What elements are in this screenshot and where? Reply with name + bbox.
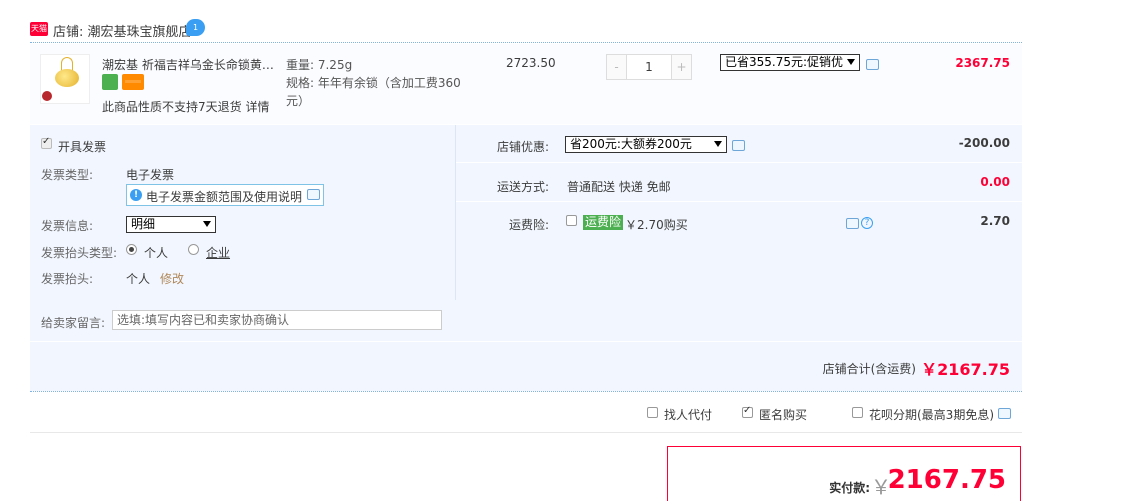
- quantity-input[interactable]: 1: [627, 55, 671, 79]
- invoice-title-label: 发票抬头:: [41, 272, 94, 286]
- panel-divider: [455, 125, 456, 300]
- insurance-checkbox[interactable]: [566, 215, 577, 226]
- invoice-info-select[interactable]: 明细: [126, 216, 216, 233]
- shipping-label: 运送方式:: [497, 180, 550, 194]
- invoice-type-label: 发票类型:: [41, 168, 94, 182]
- shop-discount-value: 省200元:大额券200元: [570, 137, 692, 151]
- shop-discount-select[interactable]: 省200元:大额券200元: [565, 136, 727, 153]
- divider: [456, 162, 1022, 163]
- quantity-increase-button[interactable]: +: [671, 55, 691, 79]
- help-icon[interactable]: ?: [861, 217, 873, 229]
- payment-total: 2167.75: [887, 465, 1006, 495]
- shipping-value: 普通配送 快递 免邮: [567, 180, 671, 194]
- invoice-checkbox[interactable]: [41, 136, 52, 149]
- chevron-down-icon: [714, 141, 722, 147]
- chevron-down-icon: [847, 59, 855, 65]
- invoice-company-label[interactable]: 企业: [206, 244, 230, 261]
- installment-label[interactable]: 花呗分期(最高3期免息): [869, 406, 994, 423]
- shop-total-label: 店铺合计(含运费): [822, 362, 916, 376]
- invoice-info-label: 发票信息:: [41, 219, 94, 233]
- invoice-title-type-label: 发票抬头类型:: [41, 246, 118, 260]
- seller-message-input[interactable]: 选填:填写内容已和卖家协商确认: [112, 310, 442, 330]
- invoice-personal-label[interactable]: 个人: [144, 244, 168, 261]
- insurance-label: 运费险:: [509, 218, 550, 232]
- brand-tag-shape: [42, 91, 52, 101]
- product-spec: 重量: 7.25g 规格: 年年有余锁（含加工费360元）: [286, 56, 476, 110]
- payment-summary: 实付款: ￥ 2167.75: [667, 446, 1021, 501]
- comment-icon[interactable]: [846, 218, 859, 229]
- credit-card-icon[interactable]: [122, 74, 144, 90]
- proxy-pay-label[interactable]: 找人代付: [664, 406, 712, 423]
- divider: [456, 201, 1022, 202]
- shop-total-value: ￥2167.75: [921, 360, 1010, 379]
- invoice-help-text: 电子发票金额范围及使用说明: [146, 190, 303, 204]
- invoice-title-value: 个人: [126, 272, 151, 286]
- product-weight: 重量: 7.25g: [286, 58, 353, 72]
- shop-discount-label: 店铺优惠:: [497, 140, 550, 154]
- promotion-selected-value: 已省355.75元:促销优: [725, 55, 844, 69]
- invoice-panel: 开具发票 发票类型: 电子发票 ! 电子发票金额范围及使用说明 发票信息: 明细…: [30, 125, 455, 300]
- promotion-select[interactable]: 已省355.75元:促销优: [720, 54, 860, 71]
- insurance-text: ￥2.70购买: [625, 218, 688, 232]
- invoice-personal-radio[interactable]: [126, 244, 137, 255]
- product-thumbnail[interactable]: [40, 54, 90, 104]
- anonymous-label[interactable]: 匿名购买: [759, 406, 807, 423]
- comment-icon: [307, 189, 320, 200]
- order-details-panel: 开具发票 发票类型: 电子发票 ! 电子发票金额范围及使用说明 发票信息: 明细…: [30, 125, 1022, 391]
- product-title[interactable]: 潮宏基 祈福吉祥乌金长命锁黄…: [102, 56, 278, 73]
- payment-label: 实付款:: [829, 481, 870, 495]
- invoice-help-tip[interactable]: ! 电子发票金额范围及使用说明: [126, 184, 324, 206]
- order-item-row: 潮宏基 祈福吉祥乌金长命锁黄… 此商品性质不支持7天退货 详情 重量: 7.25…: [30, 44, 1022, 124]
- guarantee-icon[interactable]: [102, 74, 118, 90]
- shop-header: 天猫 店铺: 潮宏基珠宝旗舰店 1: [30, 18, 1022, 42]
- info-icon: !: [130, 189, 142, 201]
- comment-icon[interactable]: [866, 59, 879, 70]
- installment-checkbox[interactable]: [852, 407, 863, 418]
- divider: [30, 432, 1022, 433]
- invoice-info-value: 明细: [131, 217, 156, 231]
- insurance-tag: 运费险: [583, 215, 624, 230]
- divider: [30, 341, 1022, 342]
- shipping-amount: 0.00: [980, 175, 1010, 189]
- tmall-badge-icon: 天猫: [30, 22, 48, 36]
- quantity-decrease-button[interactable]: -: [607, 55, 627, 79]
- gold-lock-shape: [55, 69, 79, 87]
- chat-bubble-icon[interactable]: 1: [186, 19, 205, 36]
- product-variant: 规格: 年年有余锁（含加工费360元）: [286, 76, 461, 108]
- comment-icon[interactable]: [732, 140, 745, 151]
- divider: [30, 42, 1022, 43]
- shop-discount-amount: -200.00: [958, 136, 1010, 150]
- invoice-company-radio[interactable]: [188, 244, 199, 255]
- insurance-amount: 2.70: [980, 214, 1010, 228]
- seller-message-label: 给卖家留言:: [41, 316, 106, 330]
- return-policy-note[interactable]: 此商品性质不支持7天退货 详情: [102, 98, 269, 115]
- proxy-pay-checkbox[interactable]: [647, 407, 658, 418]
- item-subtotal: 2367.75: [955, 56, 1010, 70]
- unit-price: 2723.50: [506, 56, 556, 70]
- invoice-type-value: 电子发票: [126, 168, 175, 182]
- invoice-modify-link[interactable]: 修改: [160, 270, 184, 287]
- shop-name[interactable]: 店铺: 潮宏基珠宝旗舰店: [53, 21, 192, 40]
- checkout-options: 找人代付 匿名购买 花呗分期(最高3期免息): [30, 392, 1022, 432]
- chevron-down-icon: [203, 221, 211, 227]
- comment-icon[interactable]: [998, 408, 1011, 419]
- anonymous-checkbox[interactable]: [742, 405, 753, 418]
- quantity-stepper: - 1 +: [606, 54, 692, 80]
- invoice-enable-label: 开具发票: [58, 140, 107, 154]
